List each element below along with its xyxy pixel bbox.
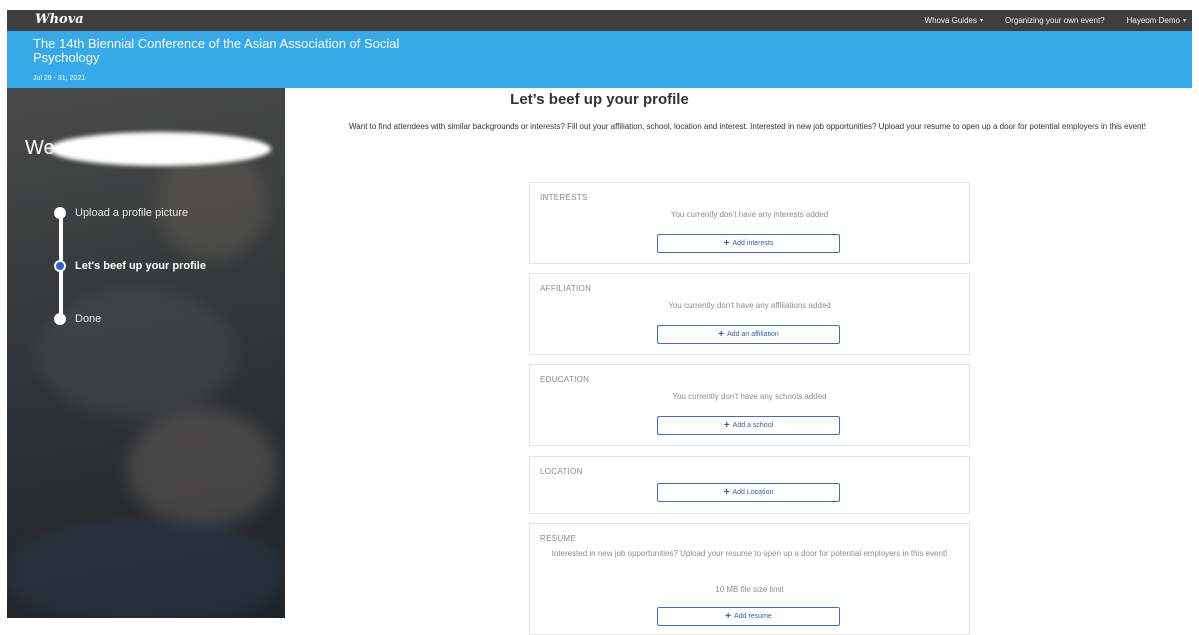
nav-user-menu[interactable]: Hayeom Demo ▾ <box>1127 16 1186 25</box>
add-affiliation-button[interactable]: + Add an affiliation <box>657 325 840 344</box>
progress-steps: Upload a profile picture Let's beef up y… <box>7 88 285 618</box>
chevron-down-icon: ▾ <box>1182 18 1186 24</box>
step-dot-icon <box>54 313 66 325</box>
add-interests-button[interactable]: + Add interests <box>657 234 840 253</box>
step-upload-picture[interactable]: Upload a profile picture <box>54 207 188 219</box>
interests-empty-text: You currently don't have any interests a… <box>670 210 829 219</box>
resume-label: RESUME <box>540 534 577 543</box>
step-dot-active-icon <box>54 260 66 272</box>
chevron-down-icon: ▾ <box>979 18 983 24</box>
page-title: Let’s beef up your profile <box>510 91 689 108</box>
event-dates: Jul 29 - 31, 2021 <box>33 75 86 82</box>
education-empty-text: You currently don't have any schools add… <box>672 392 827 401</box>
resume-card: RESUME Interested in new job opportuniti… <box>529 523 970 635</box>
step-done[interactable]: Done <box>54 313 101 325</box>
education-label: EDUCATION <box>540 375 590 384</box>
step-dot-icon <box>54 207 66 219</box>
step-label: Upload a profile picture <box>75 207 189 219</box>
plus-icon: + <box>723 486 730 498</box>
plus-icon: + <box>723 419 730 431</box>
step-beef-up-profile[interactable]: Let's beef up your profile <box>54 260 206 272</box>
top-nav-menu: Whova Guides ▾ Organizing your own event… <box>903 10 1186 31</box>
plus-icon: + <box>723 237 730 249</box>
affiliation-card: AFFILIATION You currently don't have any… <box>529 273 970 355</box>
affiliation-label: AFFILIATION <box>540 284 592 293</box>
resume-size-limit: 10 MB file size limit <box>715 585 784 594</box>
location-card: LOCATION + Add Location <box>529 456 970 514</box>
onboarding-sidebar: We mo! Upload a profile picture Let's be… <box>7 88 285 618</box>
whova-logo[interactable]: Whova <box>35 12 84 27</box>
interests-label: INTERESTS <box>540 193 588 202</box>
nav-whova-guides[interactable]: Whova Guides ▾ <box>925 16 983 25</box>
nav-organizing-event-label: Organizing your own event? <box>1005 16 1105 25</box>
nav-organizing-event[interactable]: Organizing your own event? <box>1005 16 1105 25</box>
add-resume-label: Add resume <box>734 613 772 620</box>
interests-card: INTERESTS You currently don't have any i… <box>529 182 970 264</box>
add-school-button[interactable]: + Add a school <box>657 416 840 435</box>
education-card: EDUCATION You currently don't have any s… <box>529 364 970 446</box>
add-resume-button[interactable]: + Add resume <box>657 607 840 626</box>
event-banner: The 14th Biennial Conference of the Asia… <box>7 31 1192 88</box>
step-label: Done <box>75 313 102 325</box>
step-label: Let's beef up your profile <box>75 260 206 272</box>
add-interests-label: Add interests <box>732 240 774 247</box>
event-title: The 14th Biennial Conference of the Asia… <box>33 36 400 65</box>
resume-description: Interested in new job opportunities? Upl… <box>551 549 948 558</box>
nav-whova-guides-label: Whova Guides <box>924 16 977 25</box>
add-location-button[interactable]: + Add Location <box>657 483 840 502</box>
add-affiliation-label: Add an affiliation <box>727 331 779 338</box>
page-description: Want to find attendees with similar back… <box>349 122 1146 131</box>
nav-user-name: Hayeom Demo <box>1126 16 1180 25</box>
location-label: LOCATION <box>540 467 583 476</box>
top-navigation-bar: Whova Whova Guides ▾ Organizing your own… <box>7 10 1192 31</box>
plus-icon: + <box>725 610 732 622</box>
affiliation-empty-text: You currently don't have any affiliation… <box>668 301 831 310</box>
plus-icon: + <box>718 328 725 340</box>
add-location-label: Add Location <box>732 489 774 496</box>
add-school-label: Add a school <box>732 422 774 429</box>
